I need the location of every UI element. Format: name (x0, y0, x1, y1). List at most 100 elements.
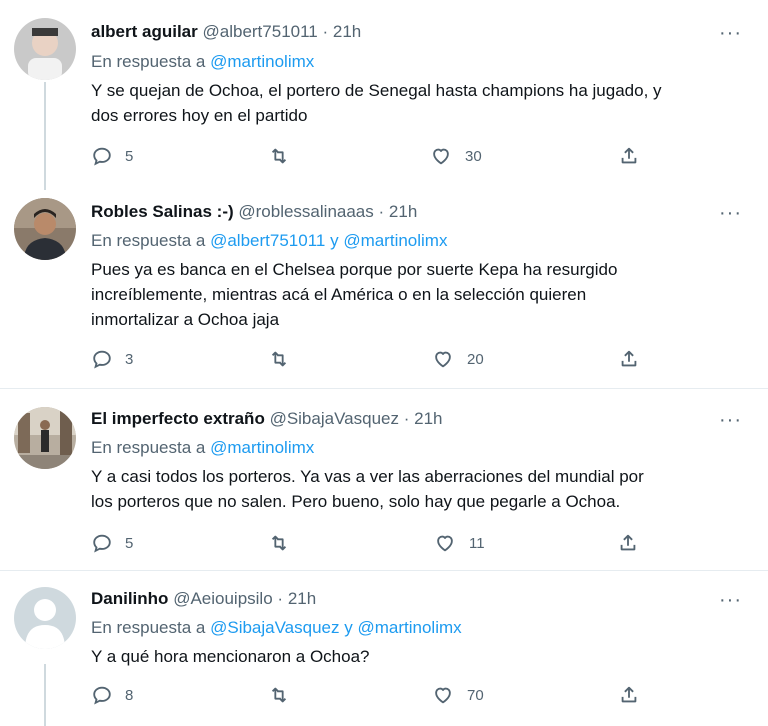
more-icon[interactable]: ··· (719, 590, 742, 610)
mention-link[interactable]: @martinolimx (343, 231, 447, 250)
user-name[interactable]: El imperfecto extraño (91, 409, 265, 428)
reply-count: 5 (125, 534, 134, 552)
reply-context: En respuesta a @martinolimx (91, 438, 314, 458)
separator-dot: · (378, 202, 385, 221)
tweet-actions: 5 11 (91, 532, 691, 556)
share-button[interactable] (618, 684, 640, 706)
tweet-text-line: Pues ya es banca en el Chelsea porque po… (91, 260, 618, 279)
tweet-text-line: increíblemente, mientras acá el América … (91, 285, 587, 304)
like-button[interactable]: 20 (431, 348, 484, 370)
tweet-text-line: Y a qué hora mencionaron a Ochoa? (91, 647, 370, 666)
reply-icon (93, 147, 111, 166)
like-count: 70 (467, 686, 484, 704)
timestamp[interactable]: 21h (414, 409, 442, 428)
more-icon[interactable]: ··· (719, 203, 742, 223)
tweet-text-line: Y a casi todos los porteros. Ya vas a ve… (91, 467, 644, 486)
mention-joiner: y (344, 618, 353, 637)
user-name[interactable]: Robles Salinas :-) (91, 202, 234, 221)
share-icon (620, 534, 636, 551)
separator-dot: · (403, 409, 410, 428)
share-icon (621, 350, 637, 367)
more-icon[interactable]: ··· (719, 410, 742, 430)
tweet-text-line: inmortalizar a Ochoa jaja (91, 310, 280, 329)
tweet-header: albert aguilar @albert751011 · 21h (91, 22, 361, 42)
tweet-text: Y a qué hora mencionaron a Ochoa? (91, 644, 751, 669)
reply-button[interactable]: 3 (91, 348, 133, 370)
like-icon (435, 687, 451, 704)
avatar[interactable] (14, 198, 76, 260)
tweet-header: Robles Salinas :-) @roblessalinaaas · 21… (91, 202, 417, 222)
timestamp[interactable]: 21h (288, 589, 316, 608)
timestamp[interactable]: 21h (389, 202, 417, 221)
like-button[interactable]: 70 (431, 684, 484, 706)
reply-button[interactable]: 5 (91, 532, 133, 554)
retweet-icon (271, 148, 287, 164)
retweet-button[interactable] (268, 684, 302, 706)
tweet-header: El imperfecto extraño @SibajaVasquez · 2… (91, 409, 443, 429)
user-handle[interactable]: @SibajaVasquez (270, 409, 399, 428)
user-handle[interactable]: @roblessalinaaas (238, 202, 373, 221)
reply-icon (93, 350, 111, 369)
mention-link[interactable]: @albert751011 (210, 231, 325, 250)
share-icon (621, 147, 637, 164)
mention-link[interactable]: @martinolimx (210, 52, 314, 71)
tweet[interactable]: Danilinho @Aeiouipsilo · 21h ··· En resp… (0, 571, 768, 726)
share-button[interactable] (618, 348, 640, 370)
user-name[interactable]: Danilinho (91, 589, 168, 608)
like-count: 30 (465, 147, 482, 165)
reply-prefix: En respuesta a (91, 231, 206, 250)
tweet-text-line: los porteros que no salen. Pero bueno, s… (91, 492, 621, 511)
user-handle[interactable]: @Aeiouipsilo (173, 589, 272, 608)
share-button[interactable] (617, 532, 639, 554)
tweet-header: Danilinho @Aeiouipsilo · 21h (91, 589, 316, 609)
mention-link[interactable]: @SibajaVasquez (210, 618, 339, 637)
tweet-text: Y se quejan de Ochoa, el portero de Sene… (91, 78, 751, 128)
reply-prefix: En respuesta a (91, 52, 206, 71)
share-icon (621, 686, 637, 703)
reply-button[interactable]: 5 (91, 145, 133, 167)
tweet-actions: 8 70 (91, 684, 691, 708)
reply-count: 8 (125, 686, 134, 704)
like-count: 20 (467, 350, 484, 368)
retweet-button[interactable] (268, 145, 302, 167)
like-icon (437, 535, 453, 552)
reply-context: En respuesta a @SibajaVasquez y @martino… (91, 618, 462, 638)
like-button[interactable]: 30 (429, 145, 482, 167)
more-icon[interactable]: ··· (719, 23, 742, 43)
avatar[interactable] (14, 18, 76, 80)
mention-link[interactable]: @martinolimx (357, 618, 461, 637)
reply-prefix: En respuesta a (91, 438, 206, 457)
retweet-button[interactable] (268, 532, 302, 554)
reply-context: En respuesta a @martinolimx (91, 52, 314, 72)
separator-dot: · (322, 22, 329, 41)
tweet-actions: 3 20 (91, 348, 691, 372)
reply-icon (93, 686, 111, 705)
reply-prefix: En respuesta a (91, 618, 206, 637)
share-button[interactable] (618, 145, 640, 167)
mention-joiner: y (330, 231, 339, 250)
reply-button[interactable]: 8 (91, 684, 133, 706)
like-count: 11 (469, 534, 485, 552)
tweet-actions: 5 30 (91, 145, 691, 169)
tweet-text-line: Y se quejan de Ochoa, el portero de Sene… (91, 81, 662, 100)
user-handle[interactable]: @albert751011 (203, 22, 318, 41)
tweet[interactable]: albert aguilar @albert751011 · 21h ··· E… (0, 0, 768, 190)
user-name[interactable]: albert aguilar (91, 22, 198, 41)
retweet-button[interactable] (268, 348, 302, 370)
avatar[interactable] (14, 407, 76, 469)
tweet[interactable]: Robles Salinas :-) @roblessalinaaas · 21… (0, 190, 768, 388)
reply-count: 3 (125, 350, 134, 368)
reply-context: En respuesta a @albert751011 y @martinol… (91, 231, 447, 251)
like-icon (433, 148, 449, 165)
like-button[interactable]: 11 (433, 532, 485, 554)
retweet-icon (271, 351, 287, 367)
avatar[interactable] (14, 587, 76, 649)
timestamp[interactable]: 21h (333, 22, 361, 41)
tweet-text: Pues ya es banca en el Chelsea porque po… (91, 257, 751, 332)
mention-link[interactable]: @martinolimx (210, 438, 314, 457)
separator-dot: · (277, 589, 284, 608)
retweet-icon (271, 687, 287, 703)
tweet-text: Y a casi todos los porteros. Ya vas a ve… (91, 464, 751, 514)
tweet[interactable]: El imperfecto extraño @SibajaVasquez · 2… (0, 389, 768, 570)
like-icon (435, 351, 451, 368)
